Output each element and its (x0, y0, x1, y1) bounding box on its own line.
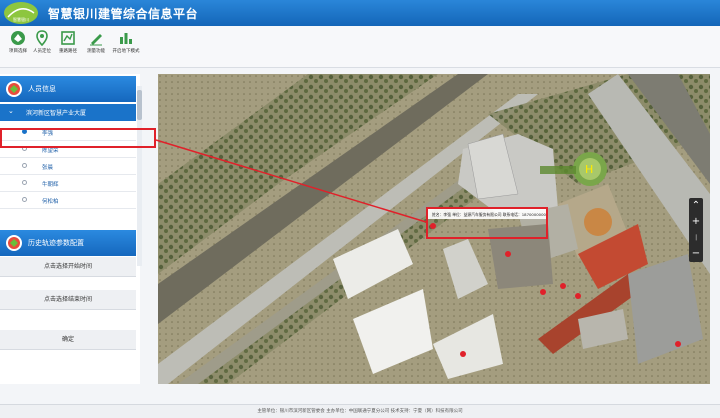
zoom-control: ⌃ + │ − (689, 198, 703, 262)
zoom-slider[interactable]: │ (689, 230, 703, 246)
person-info-popup[interactable]: 姓名：李强 单位：益源汽车服务有限公司 联系电话：18700000000 (426, 207, 548, 239)
popup-text: 姓名：李强 单位：益源汽车服务有限公司 联系电话：18700000000 (428, 209, 546, 219)
zoom-in-button[interactable]: + (689, 214, 703, 230)
footer: 主管单位：银川市滨河新区管委会 主办单位：中国联通宁夏分公司 技术支持：宁夏（网… (0, 404, 720, 418)
zoom-out-button[interactable]: − (689, 246, 703, 262)
leader-line (155, 139, 427, 223)
compass-icon[interactable]: ⌃ (689, 198, 703, 214)
